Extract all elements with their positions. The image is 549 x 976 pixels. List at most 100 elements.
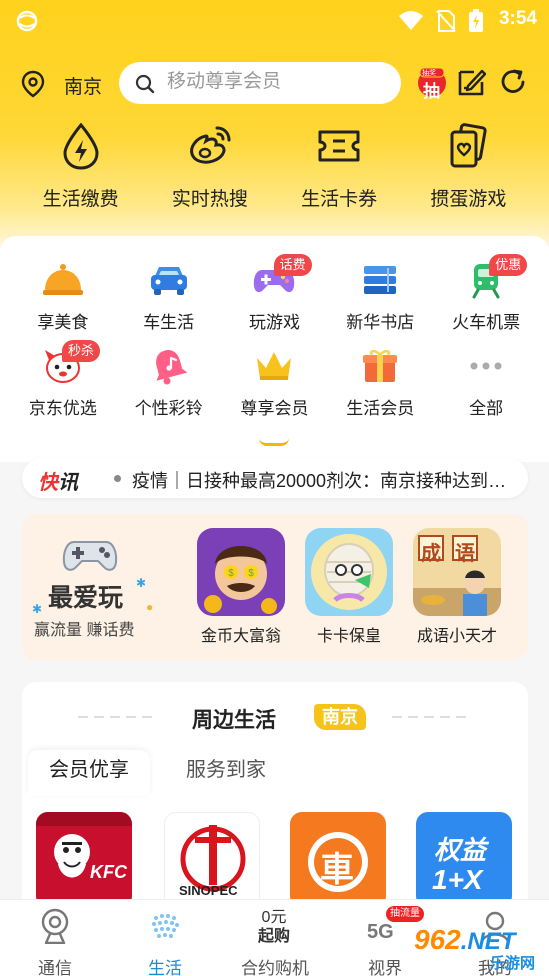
quick-item-guandan-game[interactable]: 掼蛋游戏 bbox=[408, 122, 528, 222]
grid-item-premium-member[interactable]: 尊享会员 bbox=[222, 346, 328, 419]
quick-label: 生活缴费 bbox=[42, 189, 119, 210]
brand-logo-line1: 权益 bbox=[434, 835, 487, 865]
grid-item-life-member[interactable]: 生活会员 bbox=[327, 346, 433, 419]
game-thumbnail: $ $ bbox=[197, 528, 285, 616]
carrier-logo-icon bbox=[16, 10, 38, 32]
lottery-button[interactable]: 抽奖 抽 bbox=[416, 66, 448, 101]
game-item-idiom-genius[interactable]: 成语 成语小天才 bbox=[412, 528, 502, 646]
refresh-icon[interactable] bbox=[497, 66, 529, 98]
quick-label: 实时热搜 bbox=[171, 189, 248, 210]
playing-cards-icon bbox=[450, 123, 487, 168]
grid-label: 火车机票 bbox=[452, 313, 521, 332]
games-subtitle: 赢流量 赚话费 bbox=[34, 622, 135, 639]
grid-label: 享美食 bbox=[37, 313, 89, 332]
sparkle-icon: ● bbox=[146, 600, 154, 614]
grid-item-ringtone[interactable]: 个性彩铃 bbox=[116, 346, 222, 419]
nav-item-communication[interactable]: 通信 bbox=[0, 900, 110, 976]
news-ticker[interactable]: 快讯 疫情｜日接种最高20000剂次：南京接种达到南... bbox=[22, 458, 528, 498]
grid-item-all[interactable]: 全部 bbox=[433, 346, 539, 419]
grid-label: 玩游戏 bbox=[248, 313, 300, 332]
page-indicator bbox=[259, 438, 289, 446]
watermark-digits: 962 bbox=[414, 924, 461, 955]
location-pin-icon[interactable] bbox=[20, 70, 46, 98]
status-time: 3:54 bbox=[498, 8, 537, 29]
news-bullet bbox=[114, 475, 121, 482]
nearby-title: 周边生活 bbox=[192, 709, 276, 732]
nearby-city-badge[interactable]: 南京 bbox=[314, 704, 366, 730]
service-grid-row: 享美食 车生活 话费 玩游戏 新华书店 优惠 火车机票 bbox=[0, 254, 549, 333]
gamepad-illustration-icon bbox=[62, 541, 118, 571]
search-bar[interactable] bbox=[119, 62, 401, 104]
quick-item-bill-payment[interactable]: 生活缴费 bbox=[21, 122, 141, 222]
site-watermark: 962.NET 乐游网 bbox=[412, 924, 546, 972]
nav-promo-line1: 0元 bbox=[261, 909, 287, 926]
grid-label: 个性彩铃 bbox=[134, 399, 203, 418]
news-logo-suffix: 讯 bbox=[58, 472, 78, 494]
wifi-icon bbox=[399, 11, 423, 30]
mummy-character-icon bbox=[305, 528, 393, 616]
grid-item-play-games[interactable]: 话费 玩游戏 bbox=[222, 254, 328, 333]
brand-logo-text: SINOPEC bbox=[179, 883, 238, 898]
brand-tile-benefit-1x[interactable]: 权益 1+X bbox=[416, 812, 512, 908]
search-input[interactable] bbox=[167, 71, 387, 93]
news-logo: 快讯 bbox=[38, 466, 78, 495]
quick-item-life-coupons[interactable]: 生活卡券 bbox=[279, 122, 399, 222]
grid-label: 全部 bbox=[469, 399, 504, 418]
sparkle-icon: ✱ bbox=[136, 576, 147, 590]
edit-note-icon[interactable] bbox=[456, 66, 488, 98]
game-thumbnail: 成语 bbox=[413, 528, 501, 616]
game-label: 成语小天才 bbox=[416, 628, 497, 645]
brand-tile-sinopec[interactable]: SINOPEC bbox=[164, 812, 260, 908]
nav-label: 通信 bbox=[38, 959, 72, 976]
nearby-tabs: 会员优享 服务到家 bbox=[28, 750, 522, 796]
grid-label: 尊享会员 bbox=[240, 399, 309, 418]
grid-item-xinhua-bookstore[interactable]: 新华书店 bbox=[327, 260, 433, 333]
grid-item-train-flight[interactable]: 优惠 火车机票 bbox=[433, 254, 539, 333]
food-cloche-icon bbox=[42, 264, 83, 295]
quick-item-hot-search[interactable]: 实时热搜 bbox=[150, 122, 270, 222]
grid-item-food[interactable]: 享美食 bbox=[10, 260, 116, 333]
grid-item-car-life[interactable]: 车生活 bbox=[116, 260, 222, 333]
svg-text:$: $ bbox=[228, 568, 234, 579]
top-bar: 南京 抽奖 抽 bbox=[0, 58, 549, 108]
game-item-kaka-baohuang[interactable]: 卡卡保皇 bbox=[304, 528, 394, 646]
lottery-badge-main: 抽 bbox=[423, 82, 440, 101]
grid-label: 生活会员 bbox=[346, 399, 415, 418]
svg-text:$: $ bbox=[248, 568, 254, 579]
search-icon bbox=[135, 74, 155, 94]
game-item-gold-tycoon[interactable]: $ $ 金币大富翁 bbox=[196, 528, 286, 646]
weibo-icon bbox=[190, 126, 231, 164]
brand-tile-car[interactable]: 車 bbox=[290, 812, 386, 908]
service-grid-card: 享美食 车生活 话费 玩游戏 新华书店 优惠 火车机票 秒杀 京东优选 个性彩铃… bbox=[0, 236, 549, 462]
brand-logo-text: KFC bbox=[90, 862, 127, 882]
sparkle-icon: ✱ bbox=[32, 602, 43, 616]
svg-text:5G: 5G bbox=[367, 921, 394, 943]
idiom-thumb-text: 成语 bbox=[421, 543, 489, 565]
title-divider-left bbox=[78, 716, 158, 718]
crown-icon bbox=[257, 352, 292, 380]
quick-label: 掼蛋游戏 bbox=[430, 189, 507, 210]
ticket-icon bbox=[318, 130, 360, 162]
grid-label: 车生活 bbox=[143, 313, 195, 332]
water-drop-bolt-icon bbox=[63, 122, 99, 170]
tab-home-service[interactable]: 服务到家 bbox=[166, 750, 286, 796]
nav-badge: 抽流量 bbox=[386, 906, 424, 922]
city-selector[interactable]: 南京 bbox=[64, 72, 102, 99]
tycoon-character-icon: $ $ bbox=[197, 528, 285, 616]
watermark-domain: .NET bbox=[460, 928, 516, 955]
nav-promo-line2: 起购 bbox=[257, 928, 290, 945]
gift-box-icon bbox=[363, 349, 398, 382]
tab-member-benefits[interactable]: 会员优享 bbox=[28, 750, 150, 796]
quick-label: 生活卡券 bbox=[301, 189, 378, 210]
nav-item-contract-phone[interactable]: 0元 起购 合约购机 bbox=[220, 900, 330, 976]
game-thumbnail bbox=[305, 528, 393, 616]
status-bar: 3:54 bbox=[0, 0, 549, 40]
game-label: 卡卡保皇 bbox=[316, 628, 381, 645]
news-headline[interactable]: 疫情｜日接种最高20000剂次：南京接种达到南... bbox=[132, 467, 520, 493]
life-dots-icon bbox=[152, 914, 179, 938]
news-logo-prefix: 快 bbox=[38, 472, 58, 494]
grid-item-jd-select[interactable]: 秒杀 京东优选 bbox=[10, 340, 116, 419]
game-label: 金币大富翁 bbox=[200, 628, 281, 645]
nav-item-life[interactable]: 生活 bbox=[110, 900, 220, 976]
brand-tile-kfc[interactable]: KFC bbox=[36, 812, 132, 908]
